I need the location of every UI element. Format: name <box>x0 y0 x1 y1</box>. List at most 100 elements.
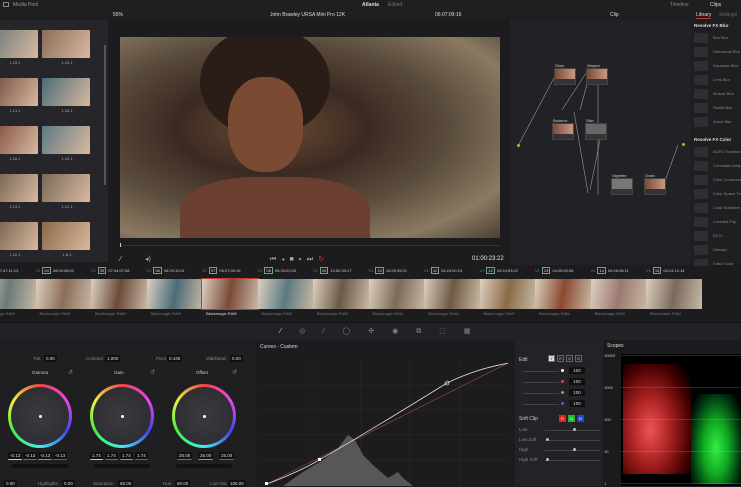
timeline-clip[interactable]: V1 15 04:13:12:14 Blackmagic RAW <box>646 266 708 320</box>
reset-wheel-icon[interactable]: ↺ <box>232 369 237 376</box>
channel-value[interactable]: 100 <box>569 400 585 407</box>
wheel-value[interactable]: 1.74 <box>90 452 103 460</box>
node-editor[interactable]: Glow Warper Balance Skin Vignette Grain <box>510 20 690 265</box>
channel-slider[interactable] <box>523 371 559 372</box>
tint-value[interactable]: 0.00 <box>44 355 57 362</box>
timeline-clip[interactable]: V1 08 05:33:22:00 Blackmagic RAW <box>257 266 320 320</box>
curve-graph[interactable] <box>263 360 508 486</box>
wheel-value[interactable]: 25.00 <box>219 452 235 460</box>
contrast-value[interactable]: 1.000 <box>105 355 121 362</box>
slider-handle[interactable] <box>546 438 549 441</box>
channel-slider[interactable] <box>523 404 559 405</box>
reset-wheel-icon[interactable]: ↺ <box>150 369 155 376</box>
library-item[interactable]: Chromatic Adaptation <box>694 161 741 171</box>
media-pool-tab[interactable]: Media Pool <box>13 2 38 8</box>
go-to-end-button[interactable]: ⏭ <box>307 256 318 263</box>
3d-icon[interactable]: ▦ <box>464 328 489 335</box>
blur-icon[interactable]: ◉ <box>392 328 416 335</box>
library-item[interactable]: Mosaic Blur <box>694 89 741 99</box>
master-wheel-slider[interactable] <box>94 464 150 468</box>
stop-button[interactable]: ■ <box>289 256 298 263</box>
curves-tool-icon[interactable]: ⁄ <box>280 328 299 335</box>
timeline-clip[interactable]: V1 05 07:34:07:08 Blackmagic RAW <box>91 266 153 320</box>
color-wheel-gamma[interactable] <box>8 384 72 448</box>
timeline-clip[interactable]: V1 11 04:24:00:13 Blackmagic RAW <box>424 266 486 320</box>
wheel-value[interactable]: 25.00 <box>177 452 193 460</box>
node-glow[interactable]: Glow <box>554 63 576 85</box>
qualifier-icon[interactable]: ⁄ <box>323 328 342 335</box>
channel-button-b[interactable]: B <box>575 355 582 362</box>
media-pool-clip[interactable]: 1.10.1 <box>0 222 40 260</box>
softclip-b-button[interactable]: B <box>577 415 584 422</box>
library-item[interactable]: Color Stabilizer <box>694 203 741 213</box>
media-pool-clip[interactable]: 1.18.1 <box>42 78 92 116</box>
node-skin[interactable]: Skin <box>585 118 607 140</box>
audio-icon[interactable]: ◂) <box>145 255 151 263</box>
media-pool-clip[interactable]: 1.24.1 <box>42 30 92 68</box>
media-pool-clip[interactable]: 1.21.1 <box>0 78 40 116</box>
input-node-dot[interactable] <box>517 144 520 147</box>
library-item[interactable]: Color Compressor <box>694 175 741 185</box>
slider-handle[interactable] <box>546 458 549 461</box>
timeline-clip[interactable]: V1 10 10:25:39:21 Blackmagic RAW <box>368 266 431 320</box>
timeline-clip[interactable]: V1 14 04:26:28:11 Blackmagic RAW <box>590 266 653 320</box>
library-item[interactable]: Color Space Transform <box>694 189 741 199</box>
zoom-level[interactable]: 55% <box>113 12 123 18</box>
wheel-value[interactable]: -0.13 <box>53 452 68 460</box>
video-frame[interactable] <box>120 37 500 238</box>
timeline-clip[interactable]: V1 06 06:29:11:01 Blackmagic RAW <box>146 266 209 320</box>
wheel-center-handle[interactable] <box>38 414 42 418</box>
pivot-value[interactable]: 0.435 <box>167 355 183 362</box>
scrubber[interactable] <box>120 245 500 246</box>
softclip-slider[interactable] <box>545 440 600 441</box>
channel-slider[interactable] <box>523 393 559 394</box>
channel-button-g[interactable]: G <box>566 355 573 362</box>
timeline-clip[interactable]: V1 12 04:24:53:22 Blackmagic RAW <box>479 266 542 320</box>
output-node-dot[interactable] <box>682 143 685 146</box>
timeline-clip[interactable]: V1 07 06:07:09:16 Blackmagic RAW <box>201 266 264 320</box>
media-pool-clip[interactable]: 1.8.1 <box>42 222 92 260</box>
library-item[interactable]: Contrast Pop <box>694 217 741 227</box>
channel-value[interactable]: 100 <box>569 389 585 396</box>
library-item[interactable]: Radial Blur <box>694 103 741 113</box>
master-wheel-slider[interactable] <box>12 464 68 468</box>
timeline-clip[interactable]: V1 09 10:52:33:17 Blackmagic RAW <box>313 266 375 320</box>
node-balance[interactable]: Balance <box>552 118 574 140</box>
sizing-icon[interactable]: ⬚ <box>439 328 464 335</box>
media-pool-scrollbar[interactable] <box>104 45 106 185</box>
picker-icon[interactable]: ⁄ <box>120 256 121 263</box>
media-pool-clip[interactable]: 1.15.1 <box>42 126 92 164</box>
media-pool-clip[interactable]: 1.13.1 <box>0 174 40 212</box>
channel-button-y[interactable]: Y <box>548 355 555 362</box>
timeline-button[interactable]: Timeline <box>670 2 689 8</box>
tab-settings[interactable]: Settings <box>719 12 737 18</box>
master-wheel-slider[interactable] <box>176 464 232 468</box>
camera-name[interactable]: John Brawley URSA Mini Pro 12K <box>270 12 345 18</box>
wheel-value[interactable]: 1.74 <box>135 452 148 460</box>
channel-value[interactable]: 100 <box>569 378 585 385</box>
tab-library[interactable]: Library <box>696 12 712 19</box>
slider-handle[interactable] <box>573 428 576 431</box>
wheel-value[interactable]: 25.00 <box>198 452 214 460</box>
color-wheel-gain[interactable] <box>90 384 154 448</box>
channel-slider[interactable] <box>523 382 559 383</box>
slider-handle[interactable] <box>573 448 576 451</box>
media-pool-clip[interactable]: 1.16.1 <box>0 126 40 164</box>
wheel-value[interactable]: 1.74 <box>120 452 133 460</box>
softclip-r-button[interactable]: R <box>559 415 566 422</box>
softclip-g-button[interactable]: G <box>568 415 575 422</box>
source-timecode[interactable]: 06:07:09:16 <box>435 12 461 18</box>
wheel-value[interactable]: -0.13 <box>38 452 53 460</box>
timeline-clip[interactable]: V1 04 06:09:38:01 Blackmagic RAW <box>35 266 98 320</box>
library-item[interactable]: DCTL <box>694 231 741 241</box>
node-vignette[interactable]: Vignette <box>611 173 633 195</box>
node-grain[interactable]: Grain <box>644 173 666 195</box>
tracker-icon[interactable]: ✣ <box>368 328 392 335</box>
wheel-center-handle[interactable] <box>120 414 124 418</box>
key-icon[interactable]: ⧉ <box>416 328 439 335</box>
wheel-value[interactable]: 1.74 <box>105 452 118 460</box>
timeline-clip[interactable]: V1 13 04:25:02:06 Blackmagic RAW <box>535 266 597 320</box>
media-pool-icon[interactable] <box>3 2 9 7</box>
clips-button[interactable]: Clips <box>710 2 721 8</box>
library-item[interactable]: Directional Blur <box>694 47 741 57</box>
